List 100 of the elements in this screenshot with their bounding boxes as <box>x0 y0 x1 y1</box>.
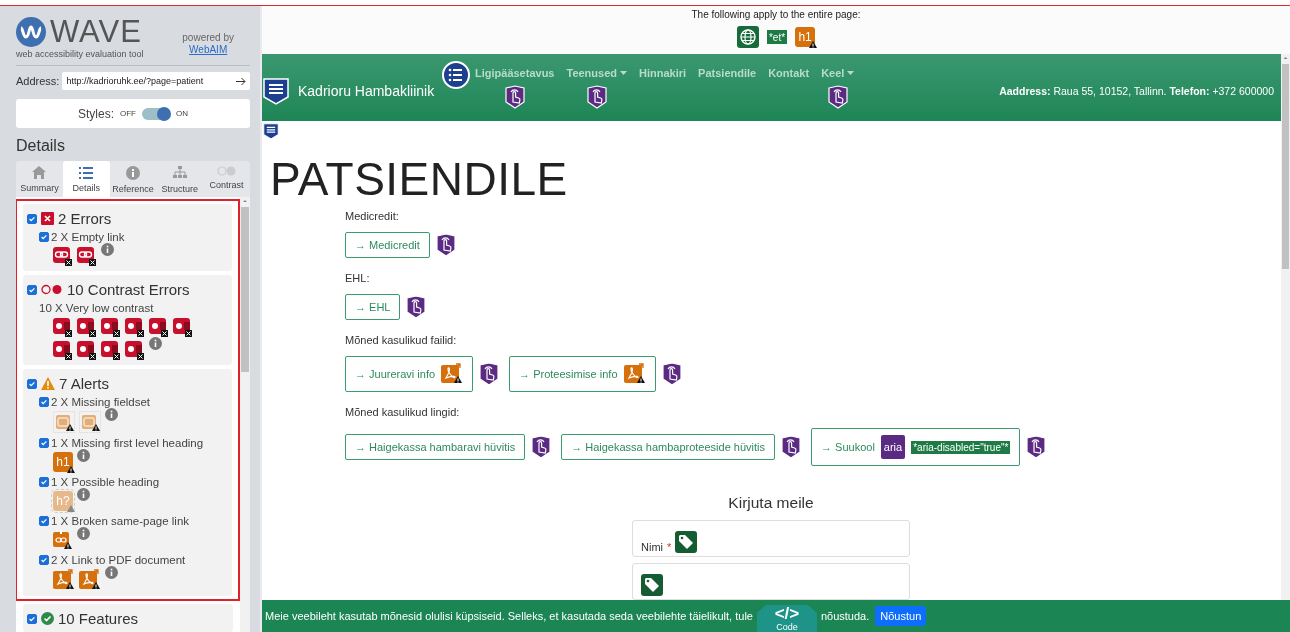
contrast-error-icon[interactable] <box>125 340 145 360</box>
info-icon[interactable] <box>101 243 114 256</box>
info-icon[interactable] <box>77 488 90 501</box>
checkbox[interactable] <box>39 555 49 565</box>
checkbox[interactable] <box>27 613 37 624</box>
app-title: WAVE <box>50 16 142 48</box>
styles-toggle[interactable] <box>142 107 170 120</box>
issue-label: 2 X Link to PDF document <box>51 554 186 566</box>
contrast-icon <box>41 284 63 295</box>
link-button[interactable]: → EHL <box>345 294 401 320</box>
page-heading: PATSIENDILE <box>270 152 569 206</box>
section-label: EHL: <box>345 272 371 284</box>
checkbox[interactable] <box>39 477 49 487</box>
powered-by-text: powered by <box>182 32 234 43</box>
contrast-error-icon[interactable] <box>125 317 145 337</box>
hand-pointer-icon[interactable] <box>502 85 527 109</box>
webaim-link[interactable]: WebAIM <box>182 44 234 56</box>
checkbox[interactable] <box>27 213 37 224</box>
nav-link[interactable]: Hinnakiri <box>639 67 687 79</box>
contrast-error-icon[interactable] <box>77 340 97 360</box>
contrast-error-icon[interactable] <box>53 317 73 337</box>
panel-tab[interactable]: Details <box>62 161 110 197</box>
contrast-error-icon[interactable] <box>77 317 97 337</box>
checkbox[interactable] <box>27 284 37 295</box>
cookie-text: nõustuda. <box>820 610 870 622</box>
heading-alert-icon[interactable]: h1 <box>53 452 73 472</box>
cookie-text: Meie veebileht kasutab mõnesid olulisi küpsiseid. Selleks, et kasutada seda veebilehte täielikult, tule <box>265 610 753 622</box>
pdf-alert-icon[interactable] <box>79 569 101 591</box>
issue-label: 2 X Empty link <box>51 231 125 243</box>
fieldset-alert-icon[interactable] <box>53 411 75 433</box>
checkbox[interactable] <box>39 397 49 407</box>
nav-link[interactable]: Kontakt <box>768 67 810 79</box>
link-error-icon[interactable] <box>53 246 73 266</box>
info-icon[interactable] <box>77 527 90 540</box>
nav-link[interactable]: Keel <box>821 67 855 79</box>
notice-text: The following apply to the entire page: <box>691 9 861 20</box>
link-button[interactable]: → Haigekassa hambaravi hüvitis <box>345 434 526 460</box>
document-icon[interactable] <box>262 122 280 140</box>
link-button[interactable]: → Haigekassa hambaproteeside hüvitis <box>561 434 775 460</box>
heading-alert-icon[interactable]: h1 <box>795 27 816 47</box>
info-icon[interactable] <box>105 408 118 421</box>
link-button[interactable]: → Proteesimise info <box>509 356 656 392</box>
info-icon[interactable] <box>149 337 162 350</box>
feature-icon <box>41 612 54 625</box>
scrollbar[interactable] <box>1281 54 1290 600</box>
site-name[interactable]: Kadrioru Hambakliinik <box>298 82 435 99</box>
pdf-alert-icon[interactable] <box>53 569 75 591</box>
section-label: Medicredit: <box>345 210 400 222</box>
document-icon[interactable] <box>262 75 290 106</box>
checkbox[interactable] <box>39 232 49 242</box>
nav-link[interactable]: Patsiendile <box>698 67 757 79</box>
link-button[interactable]: → Suukool aria *aria-disabled="true"* <box>811 428 1021 466</box>
hand-pointer-icon[interactable] <box>779 435 803 459</box>
hierarchy-icon <box>172 166 187 180</box>
tag-icon[interactable] <box>675 531 698 553</box>
alert-icon <box>41 377 55 390</box>
fieldset-alert-icon[interactable] <box>79 411 101 433</box>
info-icon <box>126 166 140 180</box>
panel-tab[interactable]: Structure <box>156 161 204 197</box>
link-button[interactable]: → Medicredit <box>345 232 430 258</box>
styles-label: Styles: <box>78 106 114 121</box>
contrast-error-icon[interactable] <box>149 317 169 337</box>
panel-tab[interactable]: Summary <box>16 161 63 197</box>
category-title: 10 Contrast Errors <box>67 281 190 298</box>
go-arrow-icon[interactable] <box>236 76 246 86</box>
contrast-error-icon[interactable] <box>173 317 193 337</box>
required-mark: * <box>667 541 672 553</box>
address-field[interactable]: http://kadrioruhk.ee/?page=patient <box>62 72 250 90</box>
contrast-error-icon[interactable] <box>53 340 73 360</box>
list-icon[interactable] <box>442 61 470 89</box>
link-error-icon[interactable] <box>77 246 97 266</box>
nav-link[interactable]: Teenused <box>566 67 627 79</box>
link-button[interactable]: → Juureravi info <box>345 356 474 392</box>
hand-pointer-icon[interactable] <box>825 85 850 109</box>
contrast-error-icon[interactable] <box>101 340 121 360</box>
info-icon[interactable] <box>105 566 118 579</box>
issue-label: 2 X Missing fieldset <box>51 396 151 408</box>
code-tab[interactable]: </> Code <box>756 605 817 632</box>
input-field[interactable]: Nimi * <box>632 520 910 557</box>
tag-icon[interactable] <box>641 574 663 596</box>
checkbox[interactable] <box>27 378 37 389</box>
hand-pointer-icon[interactable] <box>584 85 609 109</box>
category-title: 7 Alerts <box>59 375 110 392</box>
panel-tab[interactable]: Contrast <box>203 161 250 197</box>
aria-icon[interactable]: aria <box>880 435 906 459</box>
contrast-error-icon[interactable] <box>101 317 121 337</box>
pdf-alert-icon[interactable] <box>441 363 464 385</box>
globe-icon[interactable] <box>736 26 759 48</box>
language-tag[interactable]: *et* <box>766 30 788 44</box>
checkbox[interactable] <box>39 438 49 448</box>
checkbox[interactable] <box>39 516 49 526</box>
panel-tab[interactable]: Reference <box>109 161 157 197</box>
broken-link-icon[interactable] <box>53 530 73 550</box>
pdf-alert-icon[interactable] <box>623 363 646 385</box>
aria-attribute-tag[interactable]: *aria-disabled="true"* <box>911 440 1011 454</box>
info-icon[interactable] <box>77 449 90 462</box>
accept-button[interactable]: Nõustun <box>875 606 927 626</box>
nav-link[interactable]: Ligipääsetavus <box>475 67 555 79</box>
scrollbar[interactable] <box>240 197 250 632</box>
issue-label: 1 X Missing first level heading <box>51 437 204 449</box>
